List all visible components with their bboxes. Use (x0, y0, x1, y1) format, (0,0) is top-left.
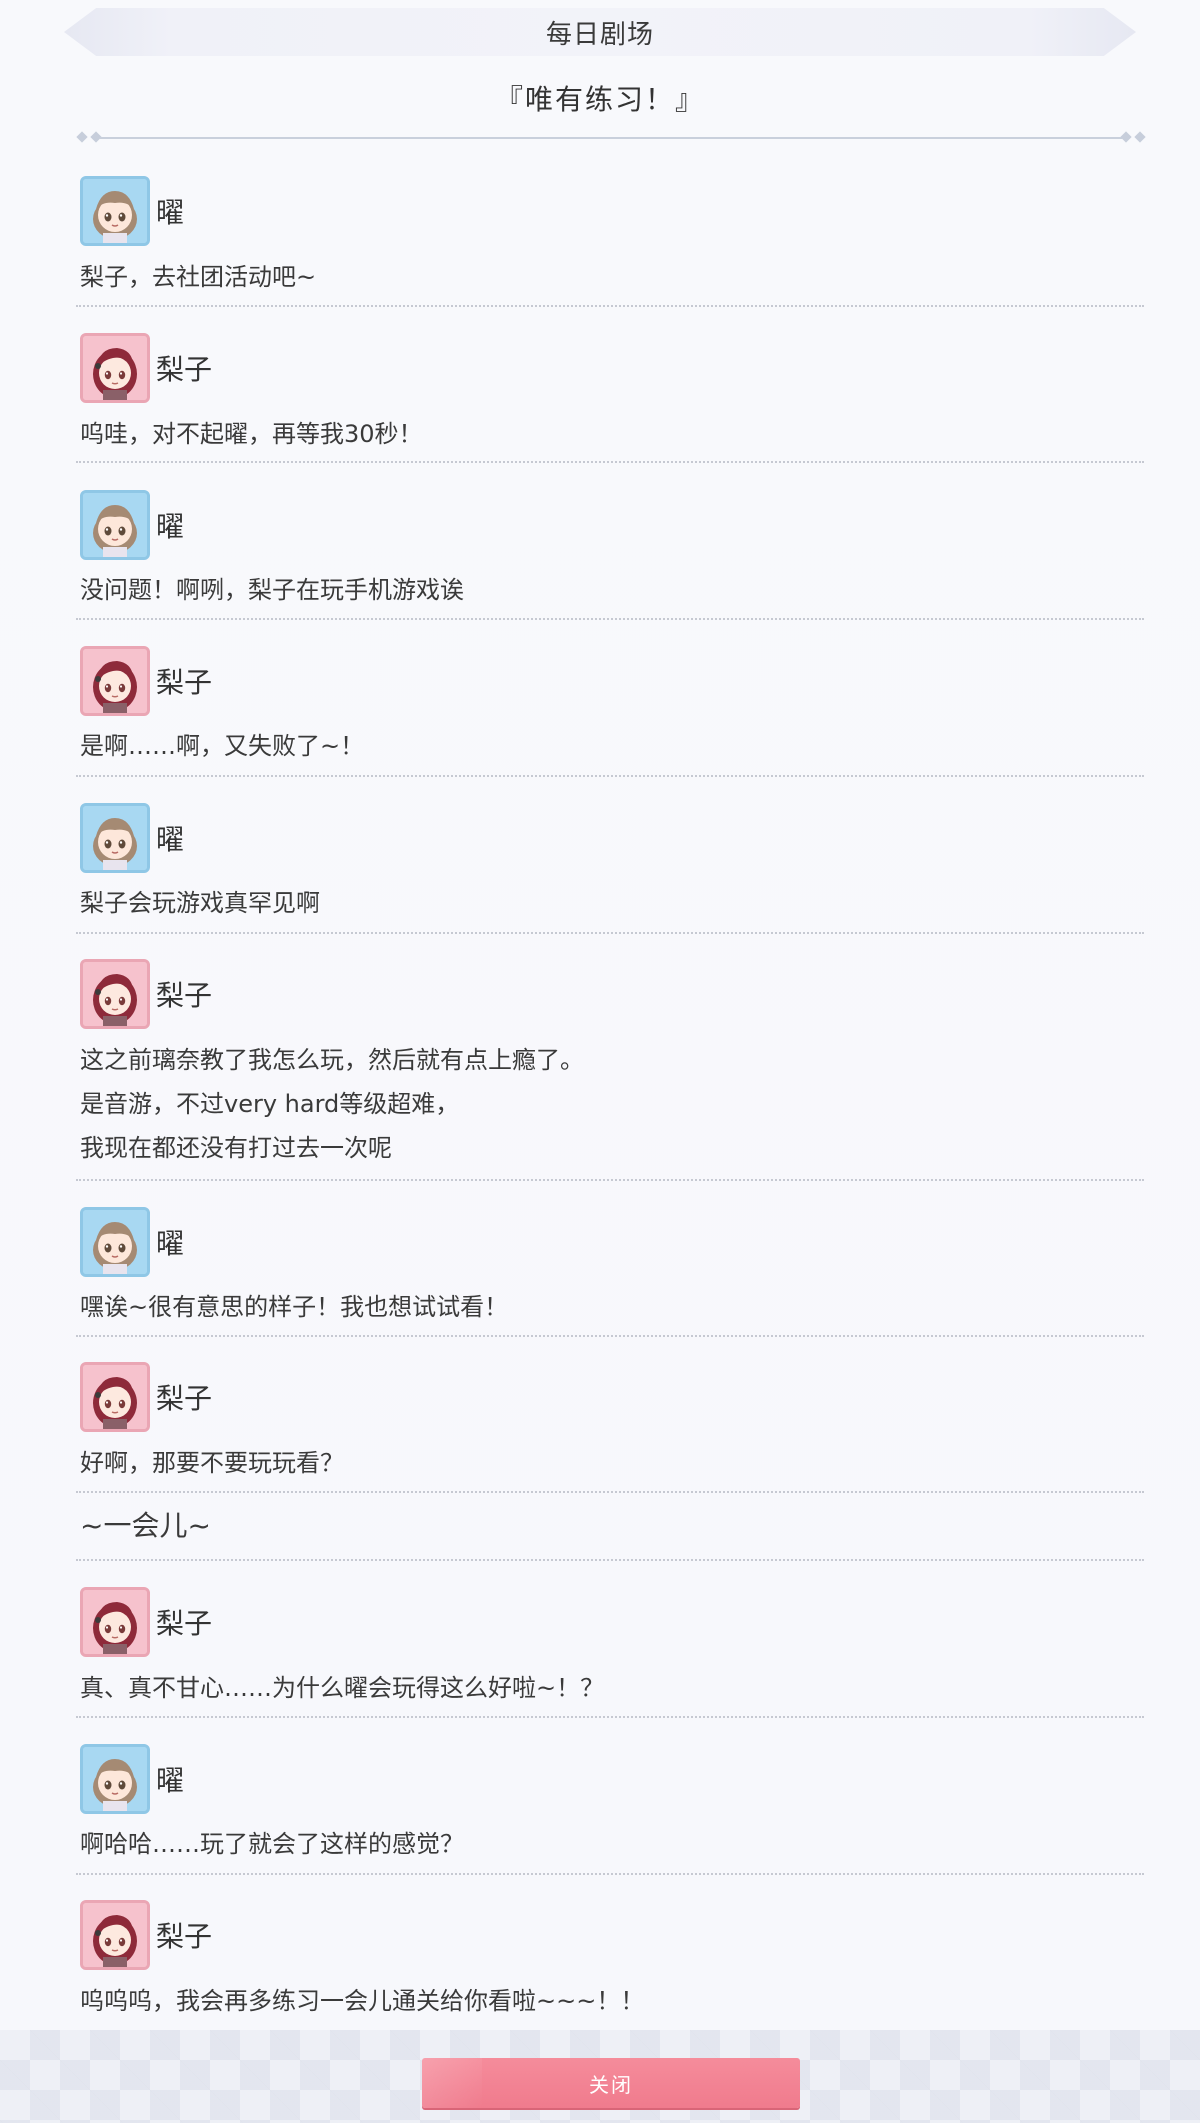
daily-theater-page: 每日剧场 『唯有练习！』 曜 梨子，去社团活动吧~ 梨子 呜哇，对不起曜，再等我… (0, 0, 1200, 2123)
speaker-row: 梨子 (80, 1586, 212, 1658)
entry-divider (76, 1491, 1144, 1493)
entry-divider (76, 932, 1144, 934)
dialogue-line: 没问题！啊咧，梨子在玩手机游戏诶 (80, 576, 464, 604)
speaker-row: 曜 (80, 1743, 184, 1815)
entry-divider (76, 775, 1144, 777)
speaker-name: 曜 (156, 1227, 185, 1260)
divider-diamond-left-outer (76, 131, 88, 143)
speaker-name: 梨子 (156, 979, 213, 1012)
riko-avatar-icon (80, 1900, 150, 1970)
you-avatar-icon (80, 1744, 150, 1814)
dialogue-line: 呜呜呜，我会再多练习一会儿通关给你看啦~~~！！ (80, 1987, 645, 2015)
speaker-name: 梨子 (156, 1607, 213, 1640)
close-button-label: 关闭 (589, 2072, 633, 2097)
you-avatar-icon (80, 1207, 150, 1277)
speaker-row: 梨子 (80, 1899, 212, 1971)
speaker-name: 曜 (156, 1764, 185, 1797)
speaker-row: 曜 (80, 175, 184, 247)
you-avatar-icon (80, 490, 150, 560)
speaker-name: 曜 (156, 196, 185, 229)
entry-divider (76, 461, 1144, 463)
speaker-row: 曜 (80, 489, 184, 561)
entry-divider (76, 305, 1144, 307)
narration-text: ~一会儿~ (80, 1509, 211, 1542)
speaker-name: 梨子 (156, 1382, 213, 1415)
entry-divider (76, 1179, 1144, 1181)
speaker-row: 梨子 (80, 958, 212, 1030)
dialogue-line: 梨子会玩游戏真罕见啊 (80, 889, 320, 917)
divider-diamond-right-outer (1134, 131, 1146, 143)
close-button-stripe (422, 2058, 482, 2108)
dialogue-line: 梨子，去社团活动吧~ (80, 263, 317, 291)
dialogue-line: 我现在都还没有打过去一次呢 (80, 1134, 392, 1162)
speaker-name: 梨子 (156, 1920, 213, 1953)
close-button[interactable]: 关闭 (422, 2058, 800, 2108)
speaker-row: 曜 (80, 1206, 184, 1278)
dialogue-line: 是啊……啊，又失败了~！ (80, 732, 365, 760)
header-title: 每日剧场 (545, 19, 654, 50)
dialogue-line: 好啊，那要不要玩玩看？ (80, 1449, 344, 1477)
speaker-name: 曜 (156, 823, 185, 856)
speaker-row: 梨子 (80, 332, 212, 404)
header-banner: 每日剧场 (64, 8, 1136, 56)
entry-divider (76, 1335, 1144, 1337)
entry-divider (76, 1716, 1144, 1718)
dialogue-line: 嘿诶~很有意思的样子！我也想试试看！ (80, 1293, 509, 1321)
speaker-name: 梨子 (156, 353, 213, 386)
riko-avatar-icon (80, 1362, 150, 1432)
you-avatar-icon (80, 176, 150, 246)
dialogue-line: 呜哇，对不起曜，再等我30秒！ (80, 420, 423, 448)
speaker-name: 曜 (156, 510, 185, 543)
title-divider (76, 131, 1146, 144)
divider-line (100, 137, 1122, 139)
speaker-row: 梨子 (80, 1361, 212, 1433)
divider-diamond-right-inner (1120, 131, 1132, 143)
you-avatar-icon (80, 803, 150, 873)
entry-divider (76, 1873, 1144, 1875)
speaker-row: 曜 (80, 802, 184, 874)
riko-avatar-icon (80, 333, 150, 403)
speaker-row: 梨子 (80, 645, 212, 717)
riko-avatar-icon (80, 646, 150, 716)
dialogue-line: 真、真不甘心……为什么曜会玩得这么好啦~！？ (80, 1674, 605, 1702)
dialogue-line: 啊哈哈……玩了就会了这样的感觉？ (80, 1830, 464, 1858)
entry-divider (76, 618, 1144, 620)
dialogue-line: 这之前璃奈教了我怎么玩，然后就有点上瘾了。 (80, 1046, 584, 1074)
riko-avatar-icon (80, 1587, 150, 1657)
story-title: 『唯有练习！』 (494, 83, 705, 116)
dialogue-line: 是音游，不过very hard等级超难， (80, 1090, 460, 1118)
riko-avatar-icon (80, 959, 150, 1029)
speaker-name: 梨子 (156, 666, 213, 699)
entry-divider (76, 1559, 1144, 1561)
